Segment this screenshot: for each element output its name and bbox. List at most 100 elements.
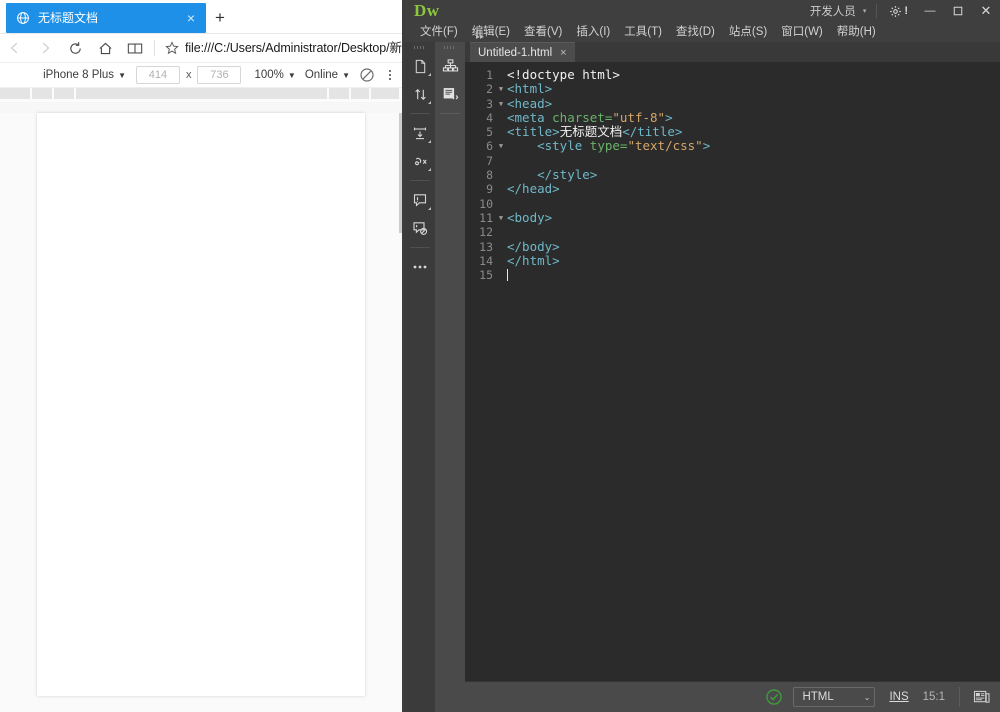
app-screen: 无标题文档 × + file:///C:/Users/Administrator… [0,0,1000,712]
code-line[interactable]: 14 </html> [465,253,1000,268]
code-fold-arrow-icon[interactable]: ▼ [495,211,507,226]
line-number: 12 [479,225,493,240]
text-cursor [507,269,508,282]
dom-tree-icon[interactable] [435,52,465,80]
forward-button[interactable] [30,34,60,62]
green-check-icon[interactable] [765,688,783,706]
browser-tab-active[interactable]: 无标题文档 × [6,3,206,33]
code-line[interactable]: 5 <title>无标题文档</title> [465,124,1000,140]
collapse-panels-icon[interactable]: ▸▸ [465,32,495,42]
flyout-arrow-icon [428,101,431,104]
highlight-changes-icon[interactable] [405,214,435,242]
code-fold-arrow-icon[interactable]: ▼ [495,82,507,97]
new-tab-button[interactable]: + [208,6,232,30]
document-tab-active[interactable]: Untitled-1.html × [470,42,575,63]
menu-tools[interactable]: 工具(T) [617,22,669,42]
code-lines[interactable]: 1 <!doctype html> 2 ▼ <html> 3 ▼ <head> 4 <meta c… [465,62,1000,282]
line-number: 9 [486,182,493,197]
code-fold-arrow-icon[interactable]: ▼ [495,97,507,112]
network-selector[interactable]: Online ▼ [305,69,350,81]
line-number: 5 [486,125,493,140]
dreamweaver-logo: Dw [414,1,440,20]
device-emulation-toolbar: iPhone 8 Plus ▼ 414 x 736 100% ▼ Online … [0,63,405,88]
open-documents-icon[interactable] [405,52,435,80]
kebab-menu-icon[interactable] [383,67,397,83]
no-throttle-icon[interactable] [359,67,375,83]
book-icon[interactable] [120,34,150,62]
device-width-input[interactable]: 414 [135,66,180,84]
star-icon[interactable] [159,34,185,62]
gear-icon[interactable]: ! [881,0,916,22]
line-number: 6 [486,139,493,154]
chevron-down-icon: ▾ [862,8,867,15]
code-line[interactable]: 6 ▼ <style type="text/css"> [465,138,1000,154]
address-bar[interactable]: file:///C:/Users/Administrator/Desktop/新 [185,34,405,62]
line-number: 1 [486,68,493,82]
device-height-input[interactable]: 736 [197,66,242,84]
panel-dock-divider [440,113,460,114]
minimize-button[interactable]: — [916,0,944,22]
code-line[interactable]: 1 <!doctype html> [465,67,1000,82]
code-line[interactable]: 12 [465,225,1000,239]
refresh-icon[interactable] [60,34,90,62]
menu-view[interactable]: 查看(V) [517,22,569,42]
toolbar-grip[interactable] [405,42,435,52]
code-text: <body> [507,209,553,225]
back-button[interactable] [0,34,30,62]
apply-comment-icon[interactable] [405,147,435,175]
close-icon[interactable]: × [182,9,200,27]
file-management-icon[interactable] [405,80,435,108]
code-line[interactable]: 7 [465,154,1000,168]
chevron-down-icon: ▼ [118,70,126,80]
properties-panel-icon[interactable] [959,687,992,707]
device-selector-label: iPhone 8 Plus [43,69,115,81]
code-line[interactable]: 11 ▼ <body> [465,209,1000,226]
home-icon[interactable] [90,34,120,62]
toolbar-divider [410,247,430,248]
code-editor[interactable]: 1 <!doctype html> 2 ▼ <html> 3 ▼ <head> 4 <meta c… [465,62,1000,682]
menu-file[interactable]: 文件(F) [413,22,465,42]
code-line[interactable]: 9 </head> [465,182,1000,197]
workspace-switcher[interactable]: 开发人员 ▾ [804,0,873,22]
code-line[interactable]: 15 [465,268,1000,282]
insert-mode-indicator[interactable]: INS [889,691,908,703]
code-line[interactable]: 2 ▼ <html> [465,82,1000,97]
format-source-code-icon[interactable] [405,119,435,147]
code-text: </body> [507,238,560,254]
code-text: <style type="text/css"> [537,138,711,154]
ruler-segment [329,88,349,99]
menu-insert[interactable]: 插入(I) [569,22,617,42]
code-fold-arrow-icon[interactable]: ▼ [495,139,507,154]
device-selector[interactable]: iPhone 8 Plus ▼ [43,69,126,81]
panel-dock-toolbar: ▸▸ [435,32,484,712]
code-line[interactable]: 8 </style> [465,167,1000,182]
line-number: 15 [479,268,493,283]
code-line[interactable]: 10 [465,197,1000,211]
code-line[interactable]: 13 </body> [465,238,1000,254]
doc-type-select[interactable]: HTML ⌄ [793,687,876,707]
chevron-down-icon: ⌄ [863,692,871,702]
code-text: <!doctype html> [507,67,620,82]
menu-site[interactable]: 站点(S) [722,22,774,42]
code-text: <title>无标题文档</title> [507,124,683,140]
panel-dock-grip[interactable]: ▸▸ [435,32,484,52]
menu-find[interactable]: 查找(D) [669,22,722,42]
code-line[interactable]: 4 <meta charset="utf-8"> [465,110,1000,125]
code-line[interactable]: 3 ▼ <head> [465,96,1000,112]
zoom-selector[interactable]: 100% ▼ [254,69,295,81]
gear-alert-badge: ! [904,5,908,17]
line-number: 10 [479,196,493,211]
dw-workspace: ▸▸ Untitled-1.html × 1 <!doctype html> 2… [405,32,1000,712]
toolbar-divider [410,180,430,181]
zoom-selector-label: 100% [254,69,284,81]
line-number: 13 [479,239,493,254]
close-icon[interactable]: × [560,47,566,59]
menu-window[interactable]: 窗口(W) [774,22,830,42]
remove-comment-icon[interactable] [405,186,435,214]
more-tools-icon[interactable] [405,253,435,281]
document-tab-label: Untitled-1.html [478,47,553,59]
code-view-icon[interactable] [435,80,465,108]
maximize-button[interactable] [944,0,972,22]
close-button[interactable]: ✕ [972,0,1000,22]
menu-help[interactable]: 帮助(H) [830,22,883,42]
